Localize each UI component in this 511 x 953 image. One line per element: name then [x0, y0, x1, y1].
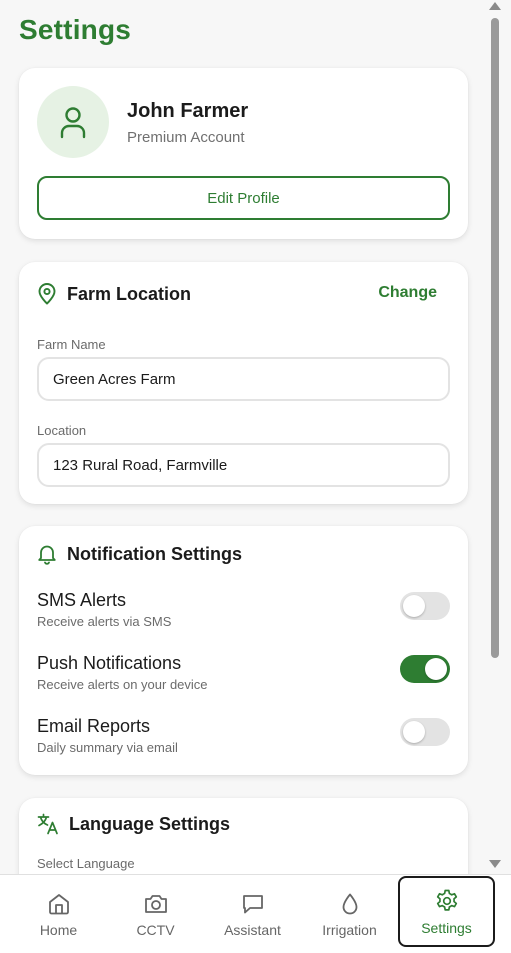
- nav-irrigation[interactable]: Irrigation: [301, 875, 398, 953]
- language-title: Language Settings: [69, 813, 231, 834]
- push-notifications-row: Push Notifications Receive alerts on you…: [37, 653, 450, 697]
- avatar: [37, 86, 109, 158]
- language-settings-card: Language Settings Select Language: [19, 798, 468, 874]
- farm-location-header: Farm Location: [37, 283, 191, 305]
- select-language-label: Select Language: [37, 856, 135, 871]
- gear-icon: [436, 889, 457, 911]
- nav-cctv-label: CCTV: [136, 921, 175, 938]
- droplet-icon: [342, 893, 357, 914]
- change-location-link[interactable]: Change: [378, 284, 437, 302]
- nav-assistant-label: Assistant: [224, 921, 281, 938]
- settings-scroll-view[interactable]: Settings John Farmer Premium Account Edi…: [0, 0, 487, 874]
- scrollbar[interactable]: [487, 0, 511, 874]
- farm-location-card: Farm Location Change Farm Name Location: [19, 262, 468, 504]
- language-header: Language Settings: [37, 813, 230, 835]
- camera-icon: [144, 894, 167, 913]
- email-reports-toggle[interactable]: [400, 718, 450, 746]
- account-type: Premium Account: [127, 129, 245, 146]
- user-icon: [60, 107, 86, 139]
- push-notifications-title: Push Notifications: [37, 653, 182, 673]
- sms-alerts-row: SMS Alerts Receive alerts via SMS: [37, 590, 450, 634]
- nav-settings-label: Settings: [421, 919, 472, 936]
- nav-home-label: Home: [39, 921, 78, 938]
- bell-icon: [38, 545, 56, 565]
- map-pin-icon: [38, 283, 56, 305]
- nav-irrigation-label: Irrigation: [322, 921, 377, 938]
- page-title: Settings: [19, 14, 132, 45]
- notification-settings-card: Notification Settings SMS Alerts Receive…: [19, 526, 468, 775]
- nav-assistant[interactable]: Assistant: [204, 875, 301, 953]
- email-reports-row: Email Reports Daily summary via email: [37, 716, 450, 760]
- push-notifications-desc: Receive alerts on your device: [37, 677, 208, 692]
- nav-home[interactable]: Home: [10, 875, 107, 953]
- farm-name-field[interactable]: [37, 357, 450, 401]
- chat-icon: [242, 894, 263, 913]
- scroll-thumb[interactable]: [491, 18, 499, 658]
- translate-icon: [37, 813, 58, 835]
- home-icon: [48, 893, 69, 914]
- profile-name: John Farmer: [127, 100, 249, 122]
- profile-card: John Farmer Premium Account Edit Profile: [19, 68, 468, 239]
- push-notifications-toggle[interactable]: [400, 655, 450, 683]
- notification-header: Notification Settings: [37, 543, 242, 565]
- edit-profile-button[interactable]: Edit Profile: [37, 176, 450, 220]
- nav-settings[interactable]: Settings: [398, 876, 495, 947]
- sms-alerts-desc: Receive alerts via SMS: [37, 614, 172, 629]
- scroll-up-arrow[interactable]: [489, 2, 501, 10]
- sms-alerts-toggle[interactable]: [400, 592, 450, 620]
- bottom-nav: Home CCTV Assistant Irrigation Settings: [0, 874, 511, 953]
- location-field[interactable]: [37, 443, 450, 487]
- sms-alerts-title: SMS Alerts: [37, 590, 127, 610]
- location-label: Location: [37, 423, 87, 438]
- scroll-down-arrow[interactable]: [489, 860, 501, 868]
- notification-title: Notification Settings: [67, 543, 242, 564]
- email-reports-title: Email Reports: [37, 716, 151, 736]
- farm-name-label: Farm Name: [37, 337, 106, 352]
- nav-cctv[interactable]: CCTV: [107, 875, 204, 953]
- farm-location-title: Farm Location: [67, 283, 192, 304]
- email-reports-desc: Daily summary via email: [37, 740, 178, 755]
